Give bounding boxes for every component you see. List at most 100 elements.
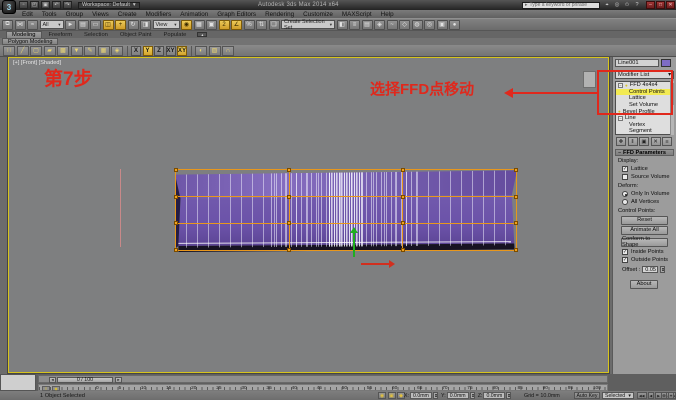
pan-icon[interactable]: ⌖ bbox=[668, 392, 674, 399]
move-gizmo-y-axis[interactable] bbox=[353, 229, 355, 257]
graphite-toggle-icon[interactable]: ◈ bbox=[374, 20, 385, 30]
modifier-stack-row[interactable]: Segment bbox=[616, 128, 673, 135]
move-gizmo-x-axis[interactable] bbox=[361, 263, 393, 265]
selection-filter-dropdown[interactable]: All▾ bbox=[40, 20, 64, 29]
ffd-control-point[interactable] bbox=[514, 248, 518, 252]
ffd-box-object[interactable] bbox=[175, 167, 517, 252]
pin-stack-icon[interactable]: ❖ bbox=[616, 137, 626, 146]
ffd-control-point[interactable] bbox=[287, 248, 291, 252]
new-scene-icon[interactable]: ▫ bbox=[19, 1, 28, 9]
reset-button[interactable]: Reset bbox=[621, 216, 668, 225]
menu-item[interactable]: Create bbox=[118, 11, 137, 18]
open-file-icon[interactable]: ◰ bbox=[30, 1, 39, 9]
ffd-control-point[interactable] bbox=[401, 195, 405, 199]
offset-field[interactable]: 0.05 bbox=[642, 266, 658, 273]
menu-item[interactable]: Edit bbox=[22, 11, 33, 18]
ribbon-minimize-icon[interactable]: ▴ bbox=[197, 32, 207, 37]
configure-modifier-sets-icon[interactable]: ≡ bbox=[662, 137, 672, 146]
shaded-faces-icon[interactable]: ▧ bbox=[209, 46, 221, 56]
coordinate-spinner[interactable] bbox=[506, 392, 511, 399]
modifier-stack-row[interactable]: − Line bbox=[616, 115, 673, 122]
object-name-field[interactable]: Line001 bbox=[615, 59, 659, 67]
help-icon[interactable]: ? bbox=[633, 1, 641, 9]
coordinate-spinner[interactable] bbox=[433, 392, 438, 399]
subobject-border-icon[interactable]: ▢ bbox=[30, 46, 42, 56]
snap-toggle-icon[interactable]: 2 bbox=[219, 20, 230, 30]
time-slider-handle[interactable]: 0 / 100 bbox=[57, 377, 113, 383]
ffd-parameters-rollout-header[interactable]: − FFD Parameters bbox=[615, 149, 674, 156]
select-object-icon[interactable]: ► bbox=[65, 20, 76, 30]
expander-icon[interactable]: − bbox=[618, 116, 623, 121]
menu-item[interactable]: Graph Editors bbox=[217, 11, 256, 18]
save-file-icon[interactable]: ▣ bbox=[41, 1, 50, 9]
ribbon-tab[interactable]: Object Paint bbox=[115, 31, 157, 38]
auto-key-button[interactable]: Auto Key bbox=[574, 392, 600, 399]
object-color-swatch[interactable] bbox=[661, 59, 671, 67]
use-pivot-center-icon[interactable]: ◉ bbox=[181, 20, 192, 30]
axis-constraint-button[interactable]: Y bbox=[143, 46, 153, 56]
create-selection-set-dropdown[interactable]: Create Selection Set▾ bbox=[281, 20, 335, 29]
axis-constraint-button[interactable]: XY bbox=[166, 46, 176, 56]
make-unique-icon[interactable]: ▣ bbox=[639, 137, 649, 146]
about-button[interactable]: About bbox=[630, 280, 658, 289]
application-menu-button[interactable]: 3 bbox=[2, 0, 16, 14]
ffd-control-point[interactable] bbox=[401, 168, 405, 172]
use-soft-selection-icon[interactable]: ◐ bbox=[195, 46, 207, 56]
previous-frame-icon[interactable]: ◀ bbox=[648, 392, 655, 399]
close-button[interactable]: ✕ bbox=[666, 1, 675, 9]
ffd-control-point[interactable] bbox=[514, 195, 518, 199]
ribbon-tab[interactable]: Freeform bbox=[44, 31, 78, 38]
offset-spinner[interactable] bbox=[660, 266, 665, 273]
coordinate-field[interactable]: 0.0mm bbox=[483, 392, 505, 399]
subobject-element-icon[interactable]: ▩ bbox=[57, 46, 69, 56]
tweak-uvs-icon[interactable]: ◈ bbox=[111, 46, 123, 56]
only-in-volume-radio[interactable] bbox=[622, 191, 628, 197]
isolate-selection-icon[interactable]: ◉ bbox=[378, 392, 386, 399]
maxscript-mini-listener[interactable] bbox=[0, 374, 36, 391]
zoom-icon[interactable]: ⊕ bbox=[661, 392, 667, 399]
bind-to-spacewarp-icon[interactable]: ≈ bbox=[27, 20, 38, 30]
time-slider-track[interactable]: ◂ 0 / 100 ▸ bbox=[38, 375, 608, 383]
ffd-control-point[interactable] bbox=[401, 221, 405, 225]
maximize-button[interactable]: □ bbox=[656, 1, 665, 9]
layer-manager-icon[interactable]: ▤ bbox=[362, 20, 373, 30]
menu-item[interactable]: MAXScript bbox=[342, 11, 372, 18]
favorites-star-icon[interactable]: ✩ bbox=[623, 1, 631, 9]
axis-constraint-button[interactable]: X bbox=[131, 46, 141, 56]
menu-item[interactable]: Rendering bbox=[265, 11, 294, 18]
ffd-control-point[interactable] bbox=[287, 168, 291, 172]
axis-constraint-button[interactable]: XY bbox=[177, 46, 187, 56]
source-volume-checkbox[interactable] bbox=[622, 174, 628, 180]
render-icon[interactable]: ● bbox=[449, 20, 460, 30]
rendered-frame-icon[interactable]: ▣ bbox=[437, 20, 448, 30]
ffd-control-point[interactable] bbox=[287, 221, 291, 225]
minimize-button[interactable]: – bbox=[646, 1, 655, 9]
preserve-uvs-icon[interactable]: ▦ bbox=[98, 46, 110, 56]
select-and-move-icon[interactable]: + bbox=[115, 20, 126, 30]
menu-item[interactable]: Views bbox=[92, 11, 109, 18]
subobject-polygon-icon[interactable]: ▰ bbox=[44, 46, 56, 56]
angle-snap-icon[interactable]: ∠ bbox=[231, 20, 242, 30]
communication-center-icon[interactable]: ◎ bbox=[613, 1, 621, 9]
next-frame-button[interactable]: ▸ bbox=[115, 377, 122, 383]
animate-all-button[interactable]: Animate All bbox=[621, 226, 668, 235]
subobject-vertex-icon[interactable]: ∷ bbox=[3, 46, 15, 56]
polygon-modeling-tab[interactable]: Polygon Modeling bbox=[2, 38, 58, 45]
modify-mode-icon[interactable]: ✎ bbox=[84, 46, 96, 56]
search-input[interactable]: ▸ Type a keyword or phrase bbox=[522, 2, 600, 9]
mirror-icon[interactable]: ◧ bbox=[337, 20, 348, 30]
undo-icon[interactable]: ↶ bbox=[52, 1, 61, 9]
window-crossing-icon[interactable]: ◫ bbox=[103, 20, 114, 30]
select-and-rotate-icon[interactable]: ↻ bbox=[128, 20, 139, 30]
redo-icon[interactable]: ↷ bbox=[63, 1, 72, 9]
unlink-selection-icon[interactable]: ⋈ bbox=[15, 20, 26, 30]
schematic-view-icon[interactable]: ◇ bbox=[399, 20, 410, 30]
render-setup-icon[interactable]: ◎ bbox=[424, 20, 435, 30]
axis-constraint-button[interactable]: Z bbox=[154, 46, 164, 56]
ffd-control-point[interactable] bbox=[287, 195, 291, 199]
remove-modifier-icon[interactable]: ✕ bbox=[651, 137, 661, 146]
ffd-control-point[interactable] bbox=[174, 248, 178, 252]
rect-selection-region-icon[interactable]: ▭ bbox=[90, 20, 101, 30]
coordinate-field[interactable]: 0.0mm bbox=[447, 392, 469, 399]
ffd-control-point[interactable] bbox=[174, 195, 178, 199]
